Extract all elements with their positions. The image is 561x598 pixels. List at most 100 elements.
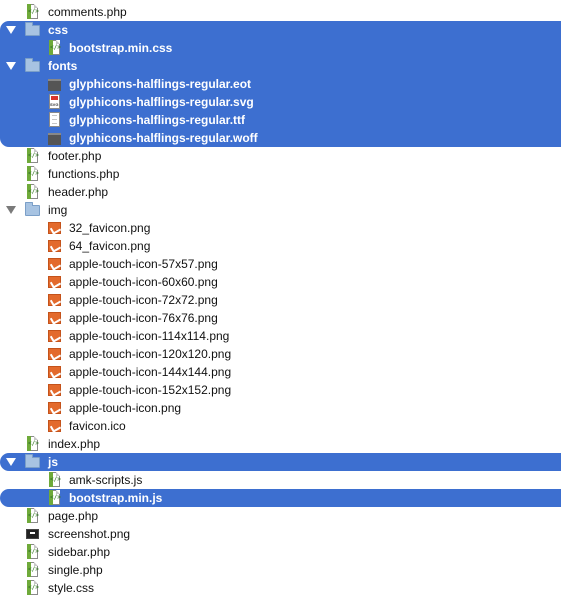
disclosure-triangle-icon[interactable] [6,26,16,34]
item-label: apple-touch-icon-76x76.png [69,311,218,325]
item-label: 32_favicon.png [69,221,151,235]
png-file-icon [46,382,62,398]
font-file-icon [46,76,62,92]
item-label: sidebar.php [48,545,111,559]
file-row[interactable]: </> footer.php [0,147,561,165]
item-label: fonts [48,59,78,73]
font-file-icon [46,130,62,146]
item-label: favicon.ico [69,419,126,433]
png-file-icon [46,364,62,380]
item-label: apple-touch-icon.png [69,401,182,415]
file-row[interactable]: </> amk-scripts.js [0,471,561,489]
file-row[interactable]: </> bootstrap.min.css [0,39,561,57]
item-label: apple-touch-icon-114x114.png [69,329,230,343]
php-file-icon: </> [24,508,40,524]
item-label: 64_favicon.png [69,239,151,253]
item-label: apple-touch-icon-152x152.png [69,383,232,397]
screenshot-file-icon [24,526,40,542]
item-label: css [48,23,69,37]
item-label: comments.php [48,5,127,19]
js-file-icon: </> [46,490,62,506]
file-row[interactable]: 64_favicon.png [0,237,561,255]
ttf-file-icon [46,112,62,128]
file-row[interactable]: apple-touch-icon.png [0,399,561,417]
php-file-icon: </> [24,148,40,164]
png-file-icon [46,310,62,326]
folder-row[interactable]: fonts [0,57,561,75]
item-label: apple-touch-icon-72x72.png [69,293,218,307]
item-label: bootstrap.min.css [69,41,173,55]
folder-row[interactable]: img [0,201,561,219]
item-label: apple-touch-icon-57x57.png [69,257,218,271]
file-row[interactable]: </> comments.php [0,3,561,21]
php-file-icon: </> [24,184,40,200]
file-row[interactable]: </> index.php [0,435,561,453]
file-row[interactable]: </> page.php [0,507,561,525]
item-label: style.css [48,581,95,595]
file-row[interactable]: apple-touch-icon-120x120.png [0,345,561,363]
item-label: header.php [48,185,109,199]
file-row[interactable]: apple-touch-icon-152x152.png [0,381,561,399]
item-label: single.php [48,563,103,577]
item-label: amk-scripts.js [69,473,143,487]
file-row[interactable]: glyphicons-halflings-regular.eot [0,75,561,93]
svg-file-icon [46,94,62,110]
file-row[interactable]: glyphicons-halflings-regular.woff [0,129,561,147]
folder-row[interactable]: css [0,21,561,39]
item-label: glyphicons-halflings-regular.woff [69,131,258,145]
disclosure-triangle-icon[interactable] [6,206,16,214]
item-label: functions.php [48,167,120,181]
item-label: index.php [48,437,101,451]
disclosure-triangle-icon[interactable] [6,62,16,70]
file-row[interactable]: glyphicons-halflings-regular.ttf [0,111,561,129]
item-label: js [48,455,59,469]
php-file-icon: </> [24,562,40,578]
file-row[interactable]: glyphicons-halflings-regular.svg [0,93,561,111]
item-label: glyphicons-halflings-regular.eot [69,77,252,91]
file-row[interactable]: 32_favicon.png [0,219,561,237]
item-label: bootstrap.min.js [69,491,163,505]
file-row[interactable]: apple-touch-icon-114x114.png [0,327,561,345]
png-file-icon [46,238,62,254]
png-file-icon [46,220,62,236]
php-file-icon: </> [24,166,40,182]
folder-row[interactable]: js [0,453,561,471]
png-file-icon [46,292,62,308]
js-file-icon: </> [46,472,62,488]
item-label: screenshot.png [48,527,131,541]
css-file-icon: </> [46,40,62,56]
png-file-icon [46,346,62,362]
folder-icon [24,22,40,38]
item-label: apple-touch-icon-144x144.png [69,365,232,379]
png-file-icon [46,274,62,290]
file-row[interactable]: </> style.css [0,579,561,597]
file-row[interactable]: apple-touch-icon-60x60.png [0,273,561,291]
php-file-icon: </> [24,436,40,452]
file-row[interactable]: </> header.php [0,183,561,201]
file-row[interactable]: apple-touch-icon-144x144.png [0,363,561,381]
file-row[interactable]: screenshot.png [0,525,561,543]
file-row[interactable]: apple-touch-icon-76x76.png [0,309,561,327]
php-file-icon: </> [24,544,40,560]
file-row[interactable]: apple-touch-icon-72x72.png [0,291,561,309]
file-row[interactable]: </> sidebar.php [0,543,561,561]
file-row[interactable]: apple-touch-icon-57x57.png [0,255,561,273]
item-label: apple-touch-icon-60x60.png [69,275,218,289]
folder-icon [24,202,40,218]
item-label: glyphicons-halflings-regular.ttf [69,113,246,127]
png-file-icon [46,256,62,272]
file-row[interactable]: favicon.ico [0,417,561,435]
css-file-icon: </> [24,580,40,596]
item-label: page.php [48,509,99,523]
folder-icon [24,454,40,470]
ico-file-icon [46,418,62,434]
file-row[interactable]: </> single.php [0,561,561,579]
item-label: footer.php [48,149,102,163]
file-row[interactable]: </> bootstrap.min.js [0,489,561,507]
file-row[interactable]: </> functions.php [0,165,561,183]
item-label: glyphicons-halflings-regular.svg [69,95,254,109]
disclosure-triangle-icon[interactable] [6,458,16,466]
item-label: apple-touch-icon-120x120.png [69,347,232,361]
php-file-icon: </> [24,4,40,20]
item-label: img [48,203,68,217]
